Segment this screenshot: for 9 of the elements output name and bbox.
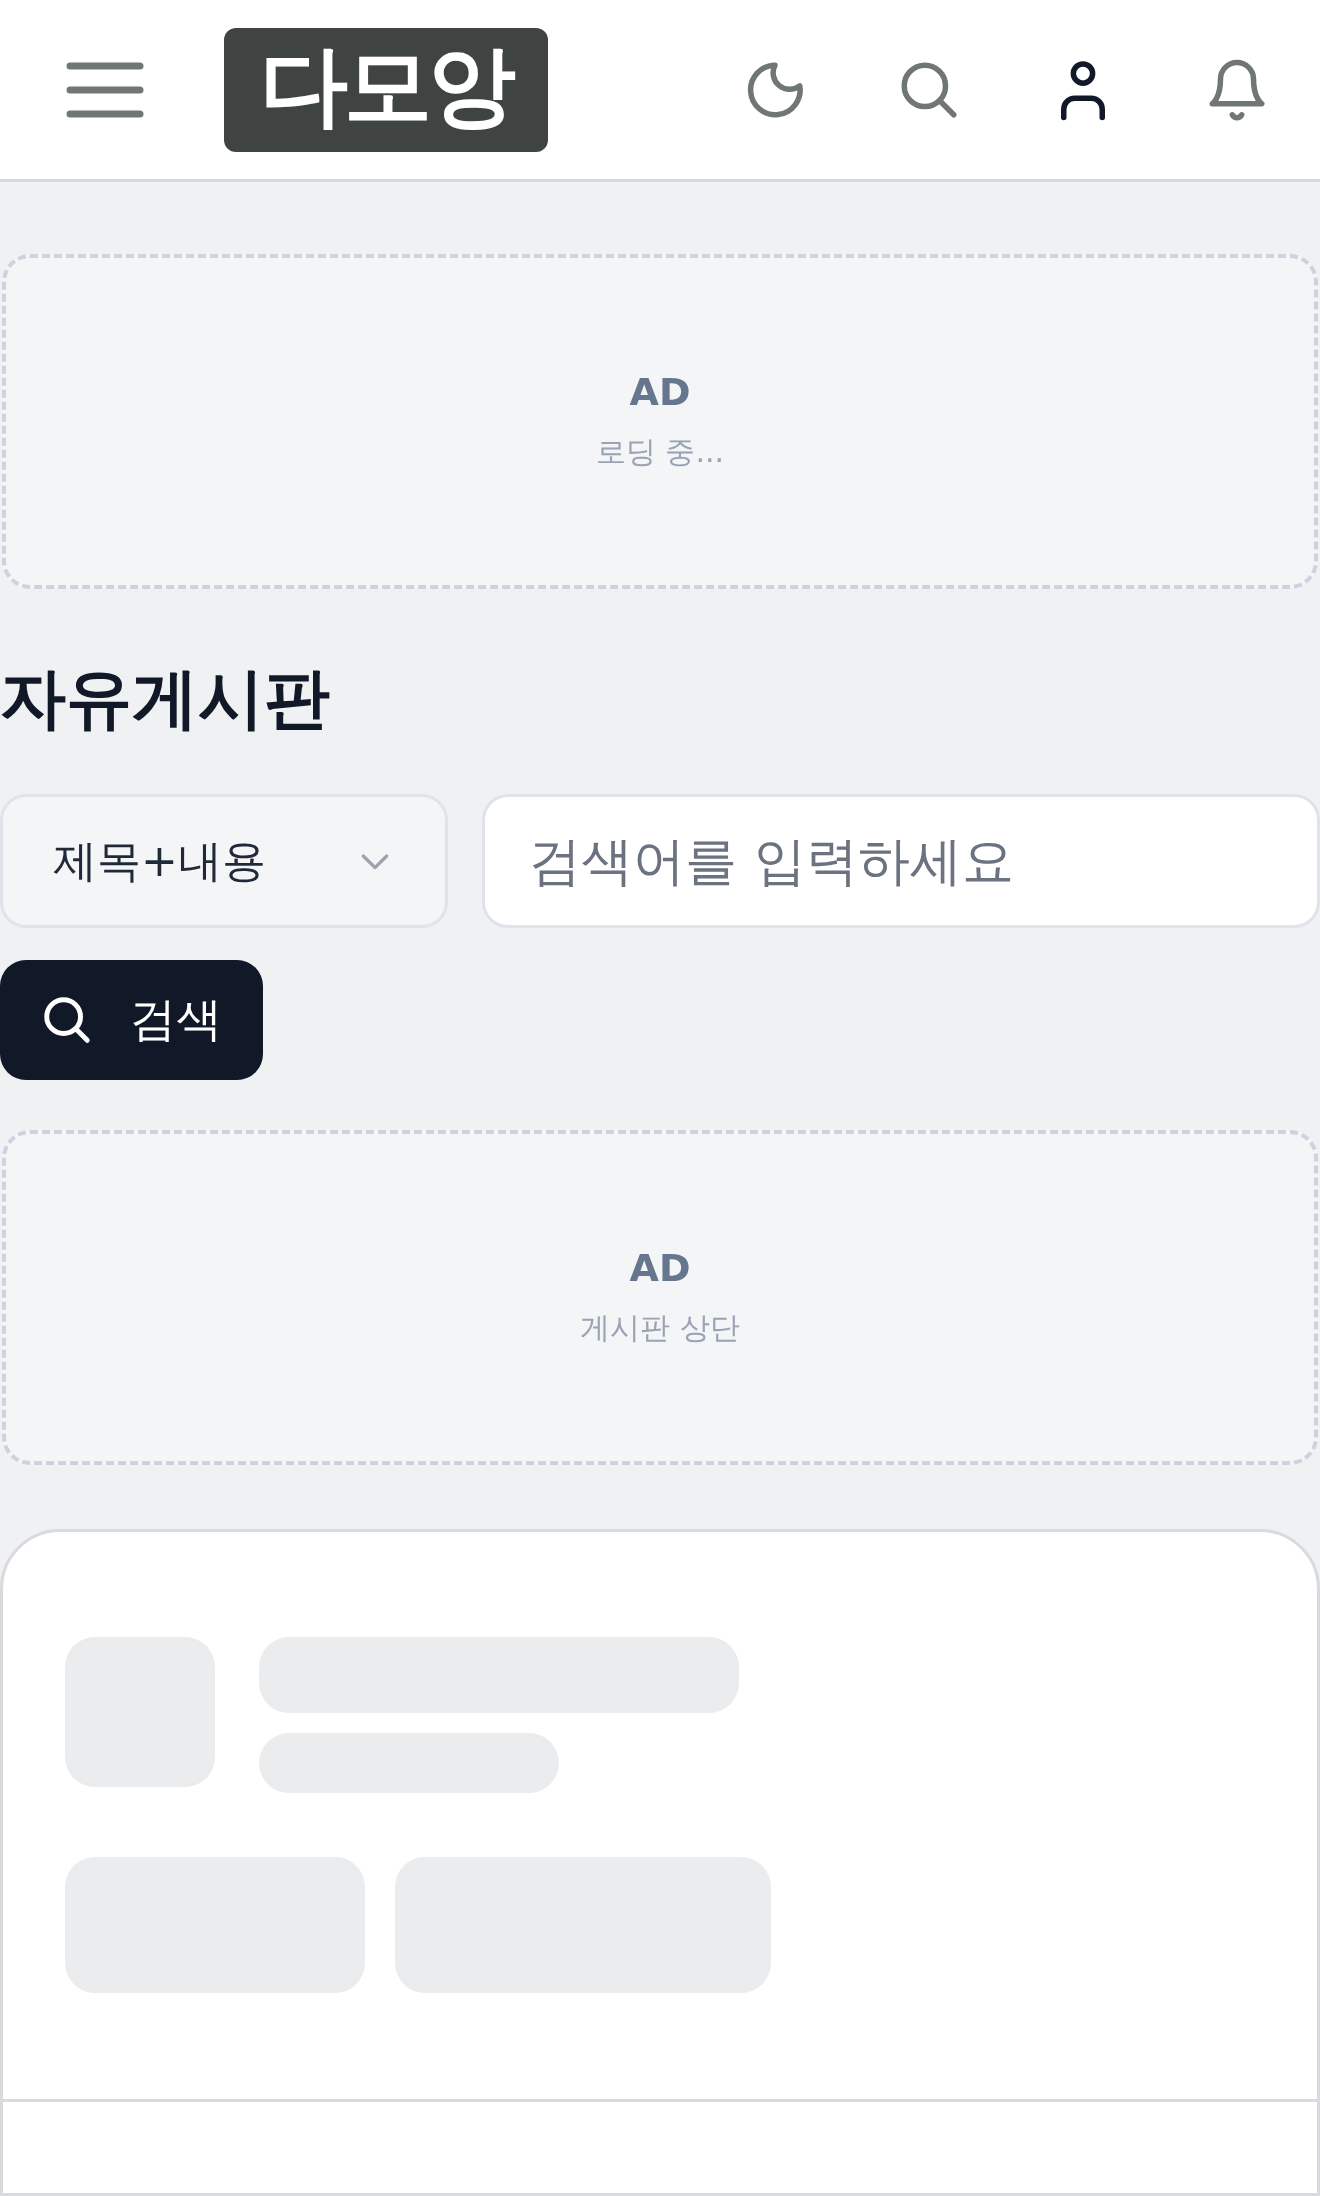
ad-caption: 게시판 상단 [580,1309,740,1348]
search-scope-dropdown[interactable]: 제목+내용 [0,794,448,929]
ad-caption: 로딩 중... [595,433,725,471]
site-logo[interactable]: 다모앙 [224,27,548,152]
ad-label: AD [629,1246,691,1291]
search-submit-button[interactable]: 검색 [0,960,263,1081]
search-field[interactable]: 검색어를 입력하세요 [482,794,1320,929]
ad-label: AD [629,370,691,414]
board-title: 자유게시판 [0,659,331,739]
